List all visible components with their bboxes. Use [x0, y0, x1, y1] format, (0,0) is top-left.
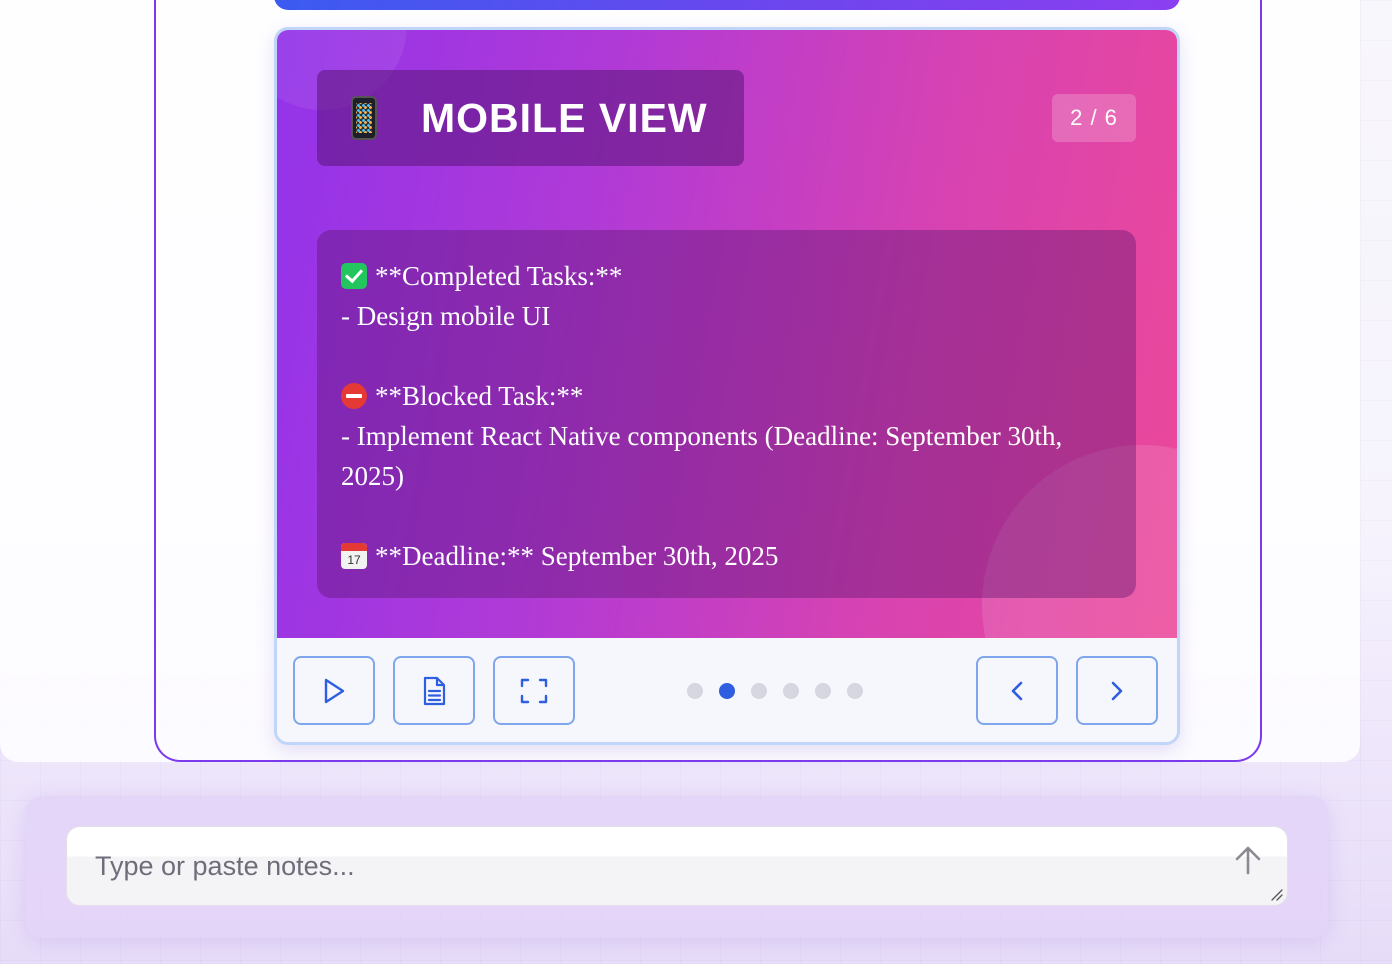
content-line: - Implement React Native components (Dea… — [341, 421, 1063, 451]
content-line: **Completed Tasks:** — [341, 256, 1112, 296]
document-icon — [423, 676, 446, 705]
play-icon — [324, 678, 345, 703]
slide-title: MOBILE VIEW — [421, 94, 708, 141]
content-line — [341, 336, 1112, 376]
content-line: **Blocked Task:** — [341, 376, 1112, 416]
next-slide-button[interactable] — [1076, 656, 1158, 725]
chevron-left-icon — [1011, 681, 1023, 700]
play-button[interactable] — [293, 656, 375, 725]
fullscreen-icon — [520, 678, 548, 703]
slide-title-box: MOBILE VIEW — [317, 70, 744, 166]
content-line: 2025) — [341, 461, 404, 491]
slide-counter: 2 / 6 — [1052, 94, 1136, 142]
slide-controls — [277, 638, 1177, 742]
arrow-up-icon — [1235, 846, 1261, 875]
notes-input-box — [66, 826, 1288, 906]
content-line — [341, 496, 1112, 536]
mobile-phone-icon — [351, 96, 377, 140]
previous-slide-button[interactable] — [976, 656, 1058, 725]
previous-slide-edge — [274, 0, 1180, 10]
slide-content: **Completed Tasks:** - Design mobile UI … — [317, 230, 1136, 598]
content-line: - Design mobile UI — [341, 301, 551, 331]
slide-body: MOBILE VIEW 2 / 6 **Completed Tasks:** -… — [277, 30, 1177, 638]
fullscreen-button[interactable] — [493, 656, 575, 725]
pagination-dot[interactable] — [719, 683, 735, 699]
notes-button[interactable] — [393, 656, 475, 725]
chevron-right-icon — [1111, 681, 1123, 700]
pagination-dot[interactable] — [687, 683, 703, 699]
calendar-icon: 17 — [341, 543, 367, 569]
pagination-dot[interactable] — [847, 683, 863, 699]
check-mark-icon — [341, 263, 367, 289]
content-line: 17 **Deadline:** September 30th, 2025 — [341, 536, 1112, 576]
slide-card: MOBILE VIEW 2 / 6 **Completed Tasks:** -… — [274, 27, 1180, 745]
resize-handle-icon[interactable] — [1269, 887, 1283, 901]
pagination-dot[interactable] — [815, 683, 831, 699]
send-button[interactable] — [1229, 841, 1267, 879]
pagination-dot[interactable] — [751, 683, 767, 699]
no-entry-icon — [341, 383, 367, 409]
slide-pagination-dots — [687, 683, 863, 699]
pagination-dot[interactable] — [783, 683, 799, 699]
notes-input[interactable] — [93, 845, 1217, 887]
